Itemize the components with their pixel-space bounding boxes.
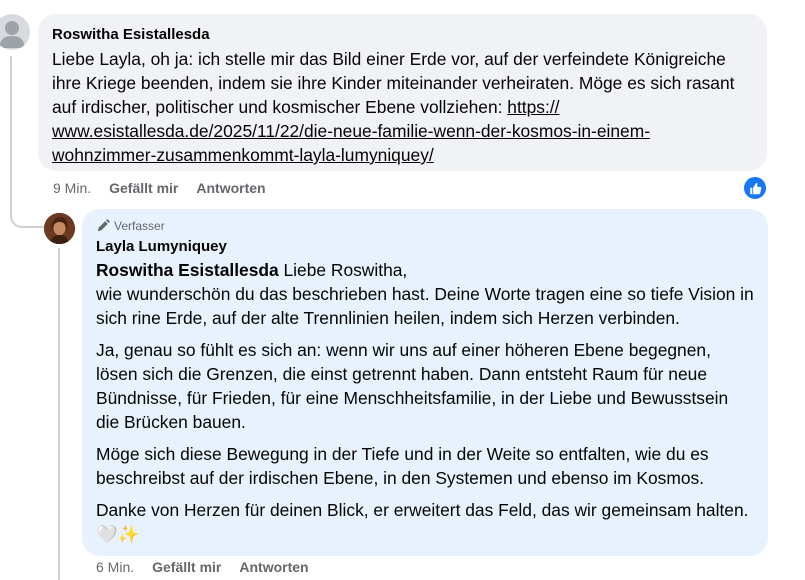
- avatar[interactable]: [44, 213, 75, 244]
- comment-body: Liebe Layla, oh ja: ich stelle mir das B…: [52, 49, 735, 117]
- mention-link[interactable]: Roswitha Esistallesda: [96, 260, 279, 280]
- profile-photo: [44, 213, 75, 244]
- default-avatar-icon: [0, 21, 25, 48]
- reply-paragraph: Möge sich diese Bewegung in der Tiefe un…: [96, 444, 709, 488]
- comment-timestamp[interactable]: 9 Min.: [53, 180, 91, 196]
- comment-author[interactable]: Roswitha Esistallesda: [52, 26, 753, 44]
- thread-line-reply: [58, 248, 60, 580]
- avatar[interactable]: [0, 14, 30, 50]
- comment-bubble: Roswitha Esistallesda Liebe Layla, oh ja…: [38, 14, 767, 171]
- reply-button[interactable]: Antworten: [239, 559, 308, 575]
- link-part: www.esistallesda.de/2025/11/22/die-neue-…: [52, 121, 651, 141]
- thumbs-up-icon: [749, 182, 761, 194]
- author-badge-label: Verfasser: [114, 219, 165, 233]
- reply-timestamp[interactable]: 6 Min.: [96, 559, 134, 575]
- thread-connector: [10, 170, 44, 228]
- reply-bubble: Verfasser Layla Lumyniquey Roswitha Esis…: [82, 209, 768, 556]
- reply-author[interactable]: Layla Lumyniquey: [96, 238, 754, 256]
- author-badge: Verfasser: [96, 219, 754, 233]
- pen-icon: [97, 219, 110, 232]
- link-part: https://: [507, 97, 560, 117]
- reply-button[interactable]: Antworten: [196, 180, 265, 196]
- comment-text: Liebe Layla, oh ja: ich stelle mir das B…: [52, 47, 753, 167]
- like-button[interactable]: Gefällt mir: [109, 180, 178, 196]
- comment-actions: 9 Min. Gefällt mir Antworten: [53, 180, 266, 196]
- reply-paragraph: Ja, genau so fühlt es sich an: wenn wir …: [96, 340, 729, 432]
- reply-paragraph-text: wie wunderschön du das beschrieben hast.…: [96, 284, 754, 328]
- reply-paragraph: Roswitha Esistallesda Liebe Roswitha, wie…: [96, 258, 754, 330]
- like-button[interactable]: Gefällt mir: [152, 559, 221, 575]
- reaction-badge[interactable]: [743, 176, 767, 200]
- reply-greeting: Liebe Roswitha,: [278, 260, 408, 280]
- reply-paragraph: Danke von Herzen für deinen Blick, er er…: [96, 500, 749, 544]
- link-part: wohnzimmer-zusammenkommt-layla-lumynique…: [52, 145, 434, 165]
- reply-actions: 6 Min. Gefällt mir Antworten: [96, 559, 309, 575]
- reply-text: Roswitha Esistallesda Liebe Roswitha, wie…: [96, 258, 754, 546]
